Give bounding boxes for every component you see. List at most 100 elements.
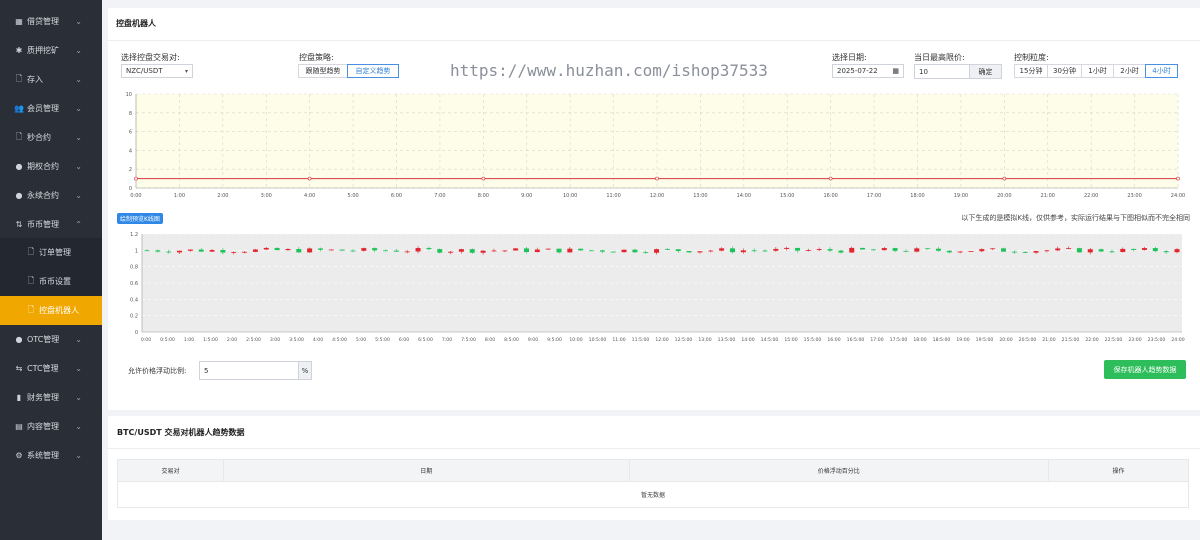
sidebar-item-otc[interactable]: ● OTC管理 ⌄ bbox=[0, 325, 102, 354]
trend-line-chart[interactable]: 0 2 4 6 8 10 0:00 1:00 2:00 3:00 4:00 5:00 6:00 7:00 8… bbox=[116, 90, 1190, 208]
candle-body bbox=[578, 248, 584, 251]
candle-body bbox=[166, 251, 172, 253]
strategy-custom-button[interactable]: 自定义趋势 bbox=[347, 64, 399, 78]
candle-body bbox=[177, 250, 183, 253]
sidebar-item-system[interactable]: ⚙ 系统管理 ⌄ bbox=[0, 441, 102, 470]
control-panel: 控盘机器人 选择控盘交易对: NZC/USDT ▾ 控盘策略: 跟随型趋势 自定… bbox=[108, 8, 1200, 410]
percent-addon: % bbox=[298, 361, 312, 380]
chevron-down-icon: ⌄ bbox=[75, 104, 82, 113]
x-tick-label: 10:00 bbox=[563, 193, 577, 199]
pair-select[interactable]: NZC/USDT ▾ bbox=[121, 64, 193, 78]
x-tick-label: 3:00 bbox=[270, 337, 280, 343]
users-icon: 👥 bbox=[14, 104, 24, 113]
candle-body bbox=[870, 249, 876, 251]
sidebar-item-ctc[interactable]: ⇆ CTC管理 ⌄ bbox=[0, 354, 102, 383]
granularity-1h-button[interactable]: 1小时 bbox=[1081, 64, 1114, 78]
sidebar-item-label: 财务管理 bbox=[27, 393, 59, 402]
chevron-down-icon: ⌄ bbox=[75, 393, 82, 402]
col-actions: 操作 bbox=[1048, 459, 1189, 482]
candle-body bbox=[220, 250, 226, 253]
sidebar-item-finance[interactable]: ▮ 财务管理 ⌄ bbox=[0, 383, 102, 412]
sidebar-item-loan[interactable]: ▦ 借贷管理 ⌄ bbox=[0, 7, 102, 36]
sidebar-item-members[interactable]: 👥 会员管理 ⌄ bbox=[0, 94, 102, 123]
candle-body bbox=[697, 251, 703, 253]
sidebar-item-coin-settings[interactable]: 🗋 币币设置 bbox=[0, 267, 102, 296]
candle-body bbox=[1076, 248, 1082, 253]
high-price-value: 10 bbox=[919, 67, 928, 76]
y-tick-label: 0.6 bbox=[130, 281, 138, 287]
float-value: 5 bbox=[204, 366, 209, 375]
sidebar-item-label: 会员管理 bbox=[27, 104, 59, 113]
candle-body bbox=[1152, 248, 1158, 252]
sidebar-item-label: 永续合约 bbox=[27, 191, 59, 200]
confirm-button[interactable]: 确定 bbox=[969, 64, 1002, 79]
float-input[interactable]: 5 bbox=[199, 361, 299, 380]
x-tick-label: 20:00 bbox=[999, 337, 1012, 343]
granularity-2h-button[interactable]: 2小时 bbox=[1113, 64, 1146, 78]
sidebar-item-order-management[interactable]: 🗋 订单管理 bbox=[0, 238, 102, 267]
sidebar-item-staking[interactable]: ✱ 质押挖矿 ⌄ bbox=[0, 36, 102, 65]
candle-body bbox=[523, 248, 529, 253]
y-tick-label: 8 bbox=[129, 111, 132, 117]
candle-body bbox=[252, 249, 258, 252]
x-tick-label: 2:00 bbox=[227, 337, 237, 343]
sidebar-item-label: 借贷管理 bbox=[27, 17, 59, 26]
col-float: 价格浮动百分比 bbox=[628, 459, 1050, 482]
sidebar-item-second-contract[interactable]: 🗋 秒合约 ⌄ bbox=[0, 123, 102, 152]
candle-body bbox=[860, 247, 866, 250]
x-tick-label: 14:00 bbox=[741, 337, 754, 343]
candle-body bbox=[599, 250, 605, 252]
save-trend-button[interactable]: 保存机器人趋势数据 bbox=[1104, 360, 1186, 379]
x-tick-label: 18:00 bbox=[910, 193, 924, 199]
candle-body bbox=[545, 248, 551, 250]
x-tick-label: 13:5:00 bbox=[718, 337, 736, 343]
x-tick-label: 24:00 bbox=[1171, 337, 1184, 343]
candle-body bbox=[903, 250, 909, 252]
sidebar-item-label: 存入 bbox=[27, 75, 43, 84]
x-tick-label: 23:00 bbox=[1127, 193, 1141, 199]
candle-body bbox=[1011, 251, 1017, 253]
strategy-follow-button[interactable]: 跟随型趋势 bbox=[298, 64, 348, 78]
candle-body bbox=[328, 249, 334, 251]
y-tick-label: 0.8 bbox=[130, 265, 138, 271]
sidebar-item-coin-management[interactable]: ⇅ 币币管理 ⌃ bbox=[0, 210, 102, 239]
chevron-down-icon: ⌄ bbox=[75, 46, 82, 55]
candle-body bbox=[773, 248, 779, 251]
sidebar-item-deposit[interactable]: 🗋 存入 ⌄ bbox=[0, 65, 102, 94]
candle-body bbox=[458, 249, 464, 252]
sidebar-item-perpetual-contract[interactable]: ● 永续合约 ⌄ bbox=[0, 181, 102, 210]
x-tick-label: 0:00 bbox=[141, 337, 151, 343]
x-tick-label: 1:00 bbox=[184, 337, 194, 343]
candle-body bbox=[285, 248, 291, 251]
granularity-15m-button[interactable]: 15分钟 bbox=[1014, 64, 1048, 78]
candle-body bbox=[263, 247, 269, 250]
granularity-4h-button[interactable]: 4小时 bbox=[1145, 64, 1178, 78]
y-tick-label: 2 bbox=[129, 167, 132, 173]
sidebar-item-option-contract[interactable]: ● 期权合约 ⌄ bbox=[0, 152, 102, 181]
candle-body bbox=[187, 249, 193, 251]
x-tick-label: 19:00 bbox=[954, 193, 968, 199]
candle-body bbox=[1131, 248, 1137, 250]
candle-body bbox=[1163, 251, 1169, 253]
candle-body bbox=[534, 249, 540, 253]
candle-body bbox=[1120, 248, 1126, 253]
sidebar-item-content[interactable]: ▤ 内容管理 ⌄ bbox=[0, 412, 102, 441]
candle-body bbox=[1055, 248, 1061, 251]
x-tick-label: 1:5:00 bbox=[203, 337, 218, 343]
high-price-input[interactable]: 10 bbox=[914, 64, 970, 79]
granularity-30m-button[interactable]: 30分钟 bbox=[1047, 64, 1082, 78]
chevron-down-icon: ⌄ bbox=[75, 364, 82, 373]
candle-body bbox=[610, 251, 616, 253]
transfer-icon: ⇆ bbox=[15, 364, 23, 373]
candle-body bbox=[827, 249, 833, 251]
data-point bbox=[655, 176, 659, 181]
x-tick-label: 9:00 bbox=[528, 337, 538, 343]
kline-chart[interactable]: 0 0.2 0.4 0.6 0.8 1 1.2 0:00 0:5:00 1:00 1:5:00 2:0… bbox=[116, 230, 1190, 348]
x-tick-label: 11:00 bbox=[612, 337, 625, 343]
candle-body bbox=[686, 251, 692, 253]
preview-kline-button[interactable]: 绘制预览K线图 bbox=[117, 213, 163, 224]
x-tick-label: 2:00 bbox=[217, 193, 228, 199]
sidebar-item-control-robot[interactable]: 🗋 控盘机器人 bbox=[0, 296, 102, 325]
candle-body bbox=[675, 249, 681, 252]
date-input[interactable]: 2025-07-22 ▦ bbox=[832, 64, 904, 78]
